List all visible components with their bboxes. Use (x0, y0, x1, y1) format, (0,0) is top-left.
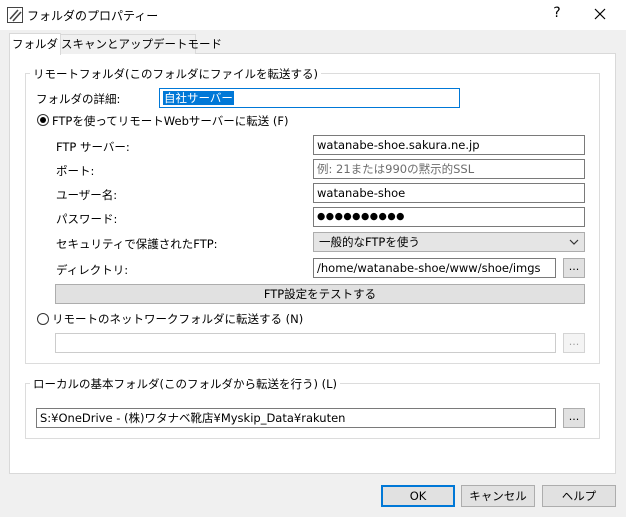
app-icon (7, 7, 23, 23)
network-browse-button[interactable]: ... (563, 333, 585, 353)
ok-button[interactable]: OK (381, 485, 455, 507)
help-title-button[interactable]: ? (549, 5, 565, 23)
directory-label: ディレクトリ: (56, 263, 129, 277)
directory-input[interactable]: /home/watanabe-shoe/www/shoe/imgs (313, 258, 556, 278)
port-label: ポート: (56, 164, 95, 178)
password-input[interactable]: ●●●●●●●●●● (313, 207, 585, 227)
username-label: ユーザー名: (56, 188, 118, 202)
password-label: パスワード: (56, 212, 118, 226)
ftp-radio-label[interactable]: FTPを使ってリモートWebサーバーに転送 (F) (52, 113, 289, 129)
local-browse-button[interactable]: ... (563, 408, 585, 428)
secure-ftp-select[interactable]: 一般的なFTPを使う (313, 232, 585, 252)
ftp-server-input[interactable]: watanabe-shoe.sakura.ne.jp (313, 135, 585, 155)
window-title: フォルダのプロパティー (27, 9, 159, 23)
directory-browse-button[interactable]: ... (563, 258, 585, 278)
help-button[interactable]: ヘルプ (542, 485, 616, 507)
folder-details-input[interactable]: 自社サーバー (159, 88, 460, 108)
tab-scan-update-mode[interactable]: スキャンとアップデートモード (61, 34, 222, 54)
cancel-button[interactable]: キャンセル (461, 485, 535, 507)
network-radio[interactable] (37, 313, 49, 325)
ftp-server-label: FTP サーバー: (56, 140, 130, 154)
close-icon[interactable] (590, 5, 610, 23)
network-path-input[interactable] (55, 333, 556, 353)
port-input[interactable]: 例: 21または990の黙示的SSL (313, 159, 585, 179)
secure-ftp-value: 一般的なFTPを使う (319, 235, 420, 249)
secure-ftp-label: セキュリティで保護されたFTP: (56, 237, 218, 251)
ftp-radio[interactable] (37, 114, 49, 126)
remote-folder-group-title: リモートフォルダ(このフォルダにファイルを転送する) (30, 66, 321, 82)
network-radio-label[interactable]: リモートのネットワークフォルダに転送する (N) (52, 311, 303, 327)
ftp-radio-dot (40, 117, 46, 123)
chevron-down-icon (569, 239, 579, 245)
local-folder-group-title: ローカルの基本フォルダ(このフォルダから転送を行う) (L) (30, 376, 341, 392)
tab-folder[interactable]: フォルダ (9, 33, 61, 55)
username-input[interactable]: watanabe-shoe (313, 183, 585, 203)
folder-details-value: 自社サーバー (163, 91, 234, 105)
folder-details-label: フォルダの詳細: (36, 92, 121, 106)
title-bar: フォルダのプロパティー ? (0, 0, 626, 30)
test-ftp-button[interactable]: FTP設定をテストする (55, 284, 585, 304)
local-path-input[interactable]: S:¥OneDrive - (株)ワタナベ靴店¥Myskip_Data¥raku… (36, 408, 556, 428)
